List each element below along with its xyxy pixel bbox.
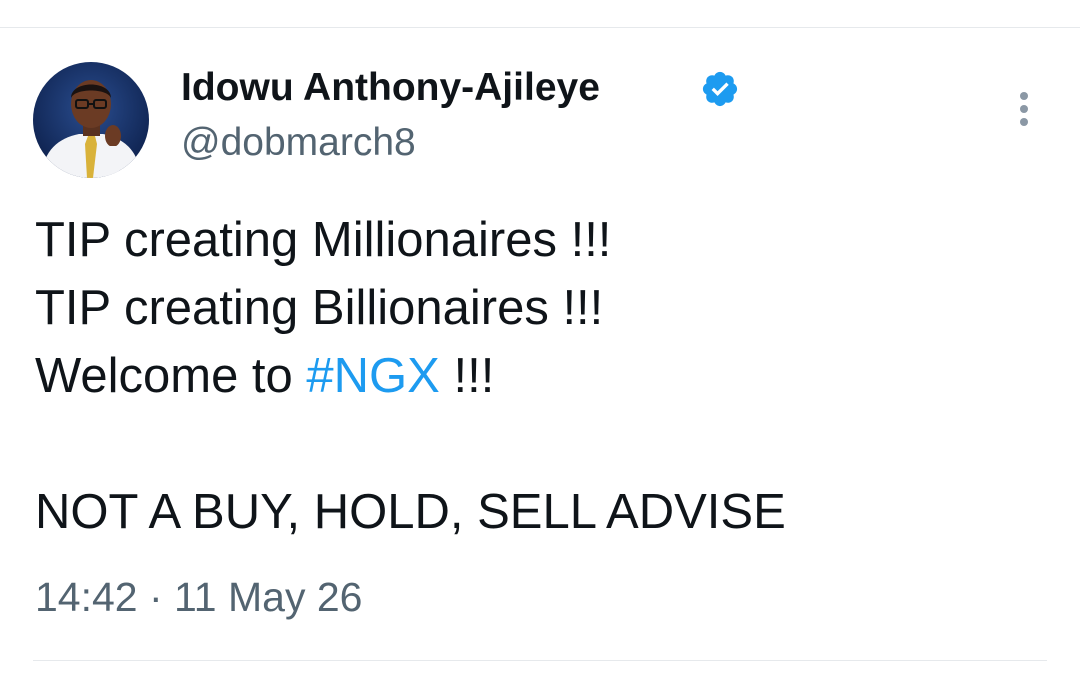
tweet-timestamp[interactable]: 14:42 · 11 May 26 — [35, 574, 362, 621]
more-vertical-icon[interactable] — [1006, 88, 1042, 132]
tweet-line-3-prefix: Welcome to — [35, 349, 307, 403]
hashtag-link[interactable]: #NGX — [306, 349, 439, 403]
tweet-detail-page: Idowu Anthony-Ajileye @dobmarch8 TIP cre… — [0, 0, 1080, 682]
tweet-text: TIP creating Millionaires !!! TIP creati… — [35, 206, 786, 546]
author-handle[interactable]: @dobmarch8 — [181, 121, 416, 165]
verified-badge-icon — [702, 71, 738, 107]
avatar-photo-icon — [33, 62, 149, 178]
tweet-line-3: Welcome to #NGX !!! — [35, 342, 786, 410]
author-display-name[interactable]: Idowu Anthony-Ajileye — [181, 66, 600, 110]
top-divider — [0, 27, 1080, 28]
bottom-divider — [33, 660, 1047, 661]
avatar[interactable] — [33, 62, 149, 178]
tweet-line-3-suffix: !!! — [439, 349, 495, 403]
tweet-line-2: TIP creating Billionaires !!! — [35, 281, 604, 335]
tweet-line-4: NOT A BUY, HOLD, SELL ADVISE — [35, 485, 786, 539]
tweet-line-1: TIP creating Millionaires !!! — [35, 213, 612, 267]
